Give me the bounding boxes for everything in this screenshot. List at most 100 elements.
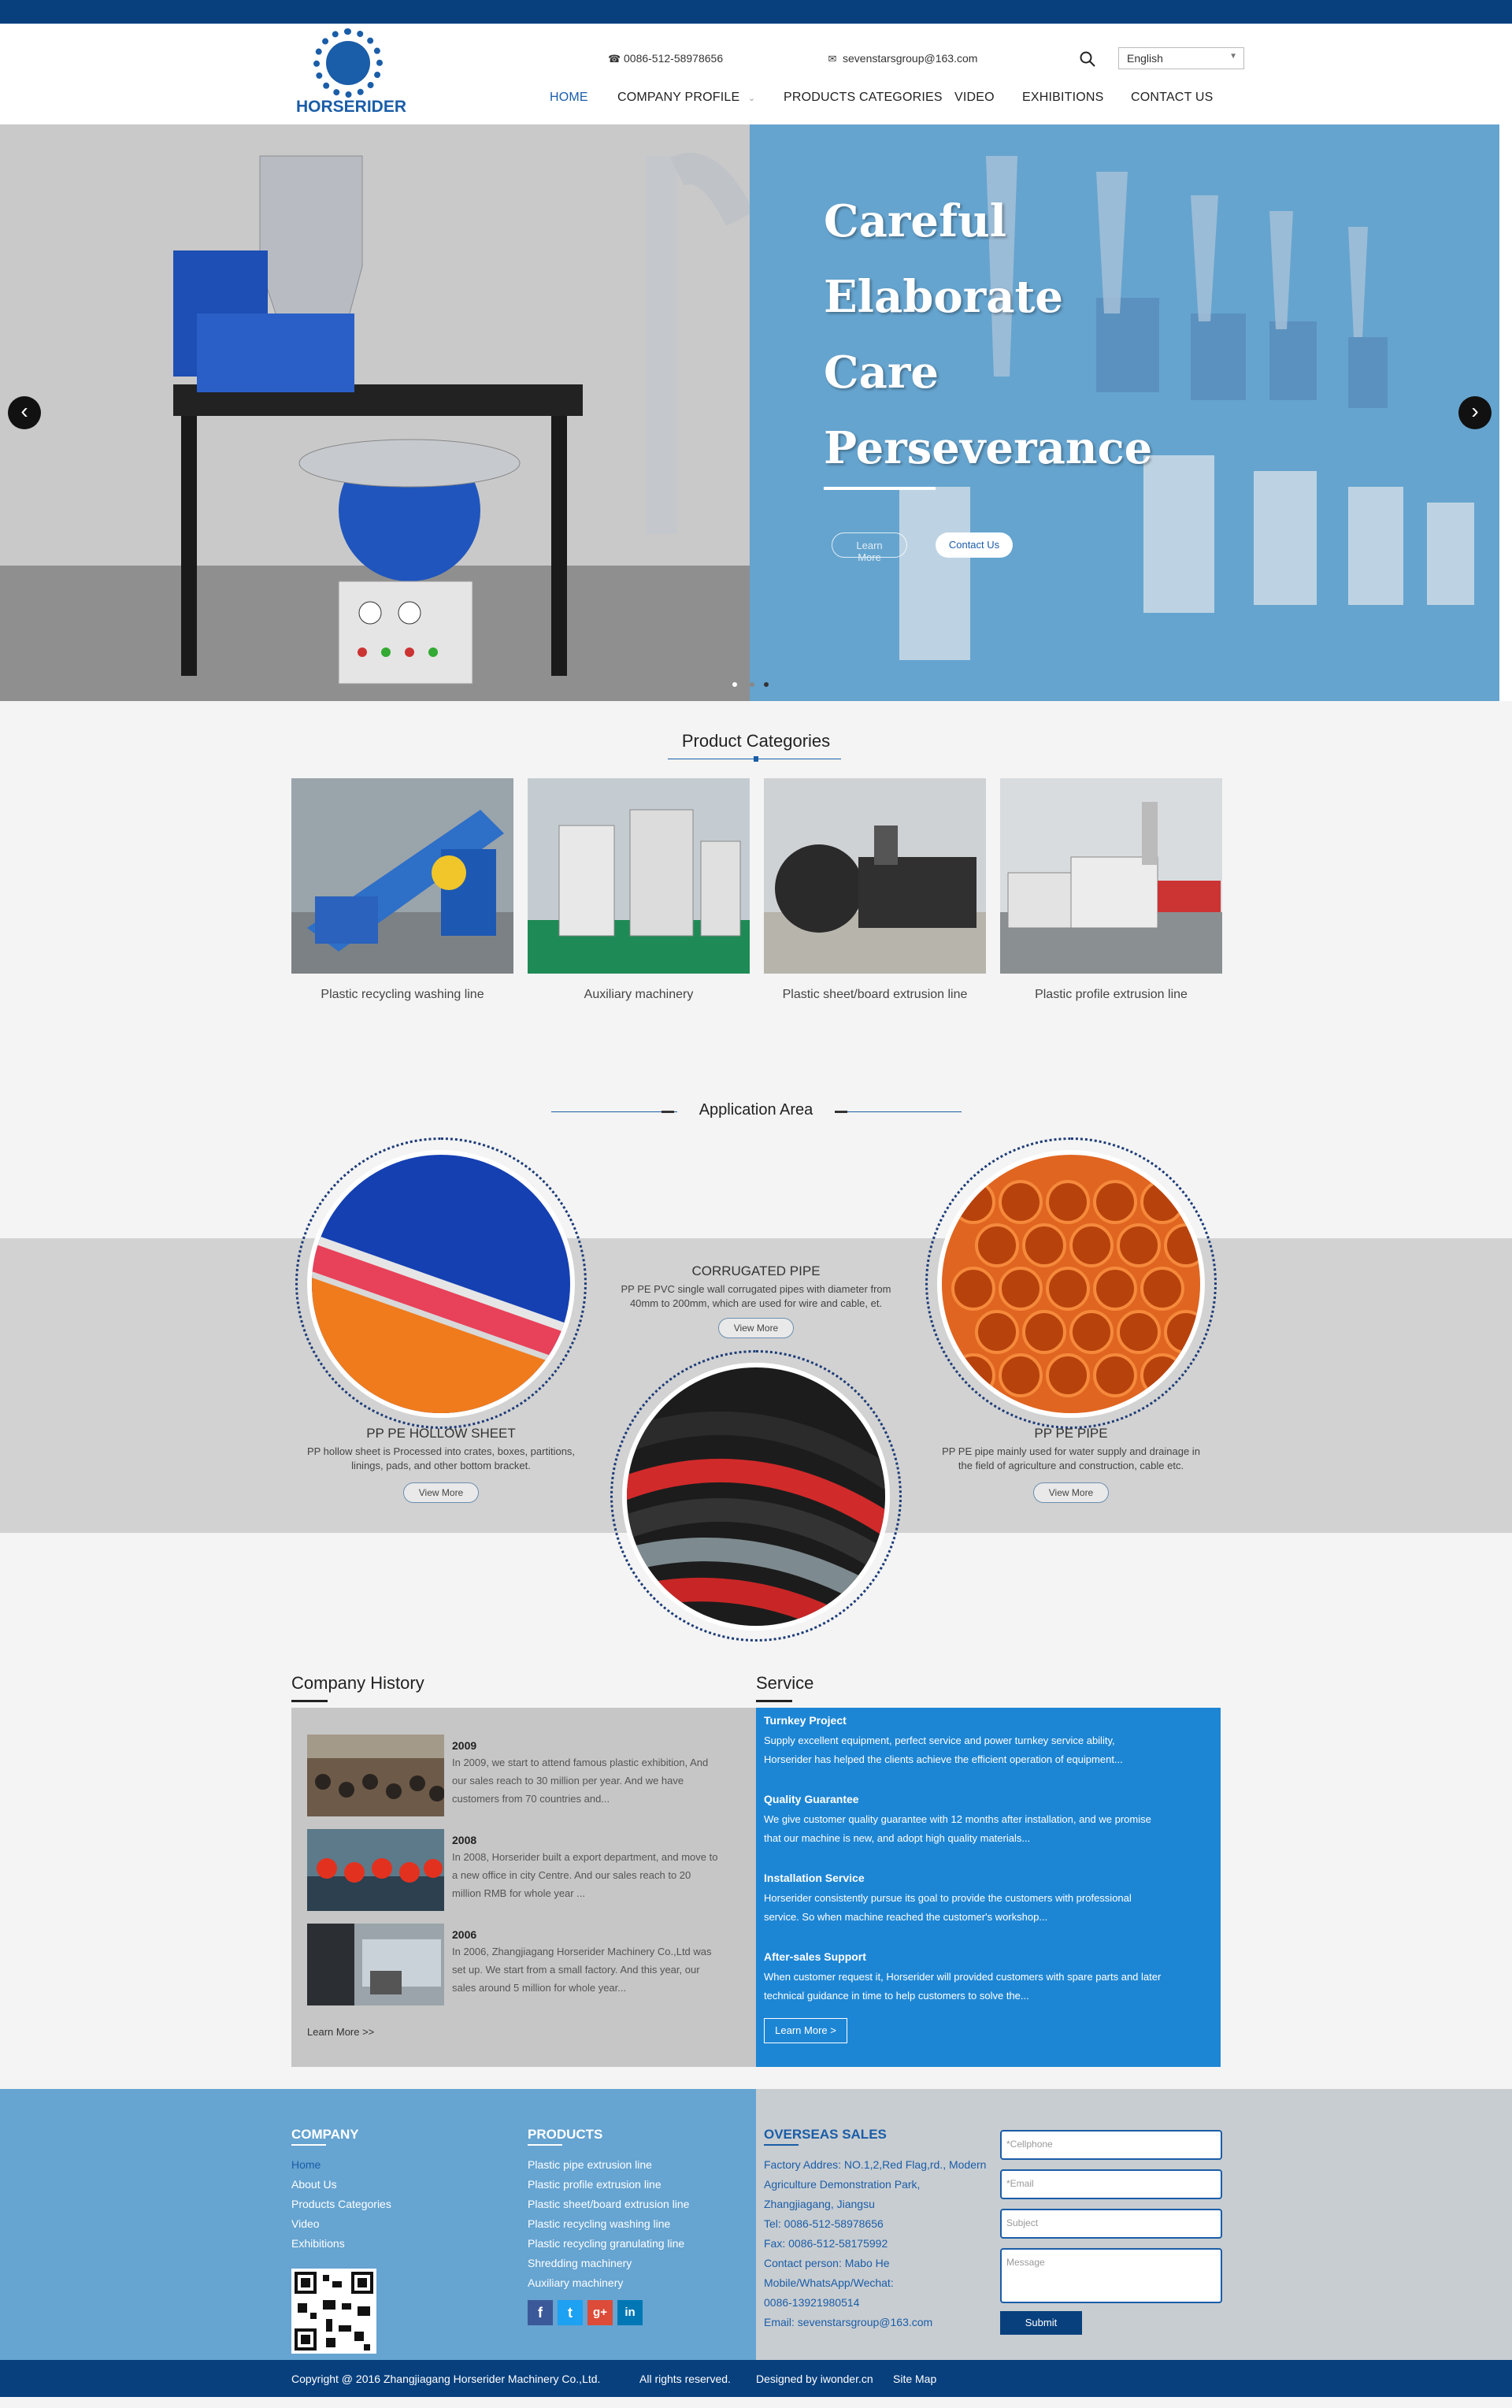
footer-product-link[interactable]: Plastic sheet/board extrusion line bbox=[528, 2195, 689, 2214]
hero-banner bbox=[0, 124, 1512, 701]
history-text: In 2009, we start to attend famous plast… bbox=[452, 1757, 709, 1768]
email-input[interactable]: *Email bbox=[1000, 2169, 1222, 2199]
submit-button[interactable]: Submit bbox=[1000, 2311, 1082, 2335]
linkedin-icon[interactable]: in bbox=[617, 2300, 643, 2325]
category-image-auxiliary[interactable] bbox=[528, 778, 750, 974]
hero-learn-more-button[interactable]: Learn More bbox=[832, 532, 907, 563]
footer-link-about[interactable]: About Us bbox=[291, 2175, 337, 2195]
nav-video[interactable]: VIDEO bbox=[954, 91, 995, 105]
history-text: In 2008, Horserider built a export depar… bbox=[452, 1851, 718, 1863]
company-history-title: Company History bbox=[291, 1673, 424, 1693]
language-select[interactable]: English ▼ bbox=[1118, 47, 1244, 69]
site-map-link[interactable]: Site Map bbox=[893, 2373, 936, 2385]
history-text: our sales reach to 30 million per year. … bbox=[452, 1775, 684, 1787]
category-image-sheet[interactable] bbox=[764, 778, 986, 974]
footer-link-home[interactable]: Home bbox=[291, 2155, 321, 2175]
history-year: 2008 bbox=[452, 1834, 477, 1846]
qr-code-icon bbox=[291, 2269, 376, 2354]
pp-pe-pipe-image[interactable] bbox=[937, 1150, 1205, 1418]
cellphone-input[interactable]: *Cellphone bbox=[1000, 2130, 1222, 2160]
hollow-sheet-desc: PP hollow sheet is Processed into crates… bbox=[306, 1445, 576, 1457]
footer-company-title: COMPANY bbox=[291, 2127, 359, 2142]
overseas-mobile: 0086-13921980514 bbox=[764, 2296, 860, 2309]
history-text: set up. We start from a small factory. A… bbox=[452, 1964, 700, 1976]
hollow-sheet-view-more-button[interactable]: View More bbox=[403, 1482, 479, 1503]
corrugated-view-more-button[interactable]: View More bbox=[718, 1318, 794, 1338]
designed-by-link[interactable]: Designed by iwonder.cn bbox=[756, 2373, 873, 2385]
corrugated-pipe-image[interactable] bbox=[622, 1363, 890, 1631]
hero-slogan-3: Care bbox=[824, 347, 939, 399]
history-image-2006[interactable] bbox=[307, 1924, 444, 2005]
facebook-icon[interactable]: f bbox=[528, 2300, 553, 2325]
twitter-icon[interactable]: t bbox=[558, 2300, 583, 2325]
hero-dot-1[interactable] bbox=[732, 682, 737, 687]
history-year: 2006 bbox=[452, 1928, 477, 1941]
service-heading: Quality Guarantee bbox=[764, 1793, 859, 1805]
pp-pe-pipe-view-more-button[interactable]: View More bbox=[1033, 1482, 1109, 1503]
category-caption[interactable]: Auxiliary machinery bbox=[528, 988, 750, 1002]
footer-product-link[interactable]: Plastic recycling washing line bbox=[528, 2214, 670, 2234]
overseas-mobile-label: Mobile/WhatsApp/Wechat: bbox=[764, 2276, 894, 2289]
logo[interactable]: HORSERIDER bbox=[296, 28, 406, 118]
phone-icon: ☎ bbox=[608, 53, 621, 65]
footer-link-video[interactable]: Video bbox=[291, 2214, 320, 2234]
hero-prev-arrow-icon[interactable]: ‹ bbox=[8, 396, 41, 429]
hero-contact-us-button[interactable]: Contact Us bbox=[936, 532, 1013, 558]
header-email[interactable]: ✉ sevenstarsgroup@163.com bbox=[827, 52, 978, 65]
overseas-contact: Contact person: Mabo He bbox=[764, 2257, 890, 2269]
hero-dot-2[interactable] bbox=[750, 682, 754, 687]
footer-product-link[interactable]: Plastic profile extrusion line bbox=[528, 2175, 662, 2195]
service-text: that our machine is new, and adopt high … bbox=[764, 1832, 1031, 1844]
pp-pe-pipe-desc: PP PE pipe mainly used for water supply … bbox=[942, 1445, 1200, 1457]
service-heading: After-sales Support bbox=[764, 1950, 866, 1963]
footer-product-link[interactable]: Plastic recycling granulating line bbox=[528, 2234, 684, 2254]
nav-contact-us[interactable]: CONTACT US bbox=[1131, 91, 1214, 105]
search-icon[interactable] bbox=[1079, 50, 1096, 68]
footer-overseas-title: OVERSEAS SALES bbox=[764, 2127, 887, 2142]
category-caption[interactable]: Plastic profile extrusion line bbox=[1000, 988, 1222, 1002]
application-area-title: Application Area bbox=[699, 1101, 813, 1119]
nav-exhibitions[interactable]: EXHIBITIONS bbox=[1022, 91, 1104, 105]
subject-input[interactable]: Subject bbox=[1000, 2209, 1222, 2239]
hero-slogan-4: Perseverance bbox=[824, 422, 1153, 474]
history-text: a new office in city Centre. And our sal… bbox=[452, 1869, 691, 1881]
category-image-washing[interactable] bbox=[291, 778, 513, 974]
category-caption[interactable]: Plastic recycling washing line bbox=[291, 988, 513, 1002]
history-image-2009[interactable] bbox=[307, 1735, 444, 1816]
footer-product-link[interactable]: Shredding machinery bbox=[528, 2254, 632, 2273]
footer-product-link[interactable]: Auxiliary machinery bbox=[528, 2273, 623, 2293]
pp-pe-pipe-desc: the field of agriculture and constructio… bbox=[958, 1460, 1184, 1471]
overseas-info: Factory Addres: NO.1,2,Red Flag,rd., Mod… bbox=[764, 2158, 987, 2171]
history-learn-more-link[interactable]: Learn More >> bbox=[307, 2026, 374, 2038]
footer-link-products[interactable]: Products Categories bbox=[291, 2195, 391, 2214]
service-text: service. So when machine reached the cus… bbox=[764, 1911, 1048, 1923]
service-text: Horserider has helped the clients achiev… bbox=[764, 1753, 1123, 1765]
service-learn-more-button[interactable]: Learn More > bbox=[764, 2018, 847, 2043]
service-title: Service bbox=[756, 1673, 814, 1693]
message-textarea[interactable]: Message bbox=[1000, 2248, 1222, 2303]
hollow-sheet-image[interactable] bbox=[307, 1150, 575, 1418]
hero-next-arrow-icon[interactable]: › bbox=[1458, 396, 1492, 429]
corrugated-desc: PP PE PVC single wall corrugated pipes w… bbox=[621, 1283, 891, 1295]
footer-product-link[interactable]: Plastic pipe extrusion line bbox=[528, 2155, 652, 2175]
nav-home[interactable]: HOME bbox=[550, 91, 588, 105]
app-title-line-right bbox=[847, 1111, 962, 1112]
hollow-sheet-desc: linings, pads, and other bottom bracket. bbox=[351, 1460, 531, 1471]
nav-company-profile[interactable]: COMPANY PROFILE ⌄ bbox=[617, 91, 755, 105]
service-heading: Installation Service bbox=[764, 1872, 865, 1884]
chevron-down-icon: ▼ bbox=[1229, 52, 1237, 61]
nav-products-categories[interactable]: PRODUCTS CATEGORIES bbox=[784, 91, 943, 105]
copyright-text: Copyright @ 2016 Zhangjiagang Horserider… bbox=[291, 2373, 601, 2385]
history-image-2008[interactable] bbox=[307, 1829, 444, 1911]
google-plus-icon[interactable]: g+ bbox=[587, 2300, 613, 2325]
history-year: 2009 bbox=[452, 1739, 477, 1752]
hollow-sheet-title: PP PE HOLLOW SHEET bbox=[366, 1426, 516, 1441]
hero-slogan-1: Careful bbox=[824, 195, 1007, 247]
hero-dot-3[interactable] bbox=[764, 682, 769, 687]
footer bbox=[0, 2089, 1512, 2360]
category-caption[interactable]: Plastic sheet/board extrusion line bbox=[764, 988, 986, 1002]
footer-link-exhibitions[interactable]: Exhibitions bbox=[291, 2234, 345, 2254]
category-image-profile[interactable] bbox=[1000, 778, 1222, 974]
overseas-email[interactable]: Email: sevenstarsgroup@163.com bbox=[764, 2313, 932, 2332]
service-panel: Turnkey Project Supply excellent equipme… bbox=[756, 1708, 1221, 2067]
